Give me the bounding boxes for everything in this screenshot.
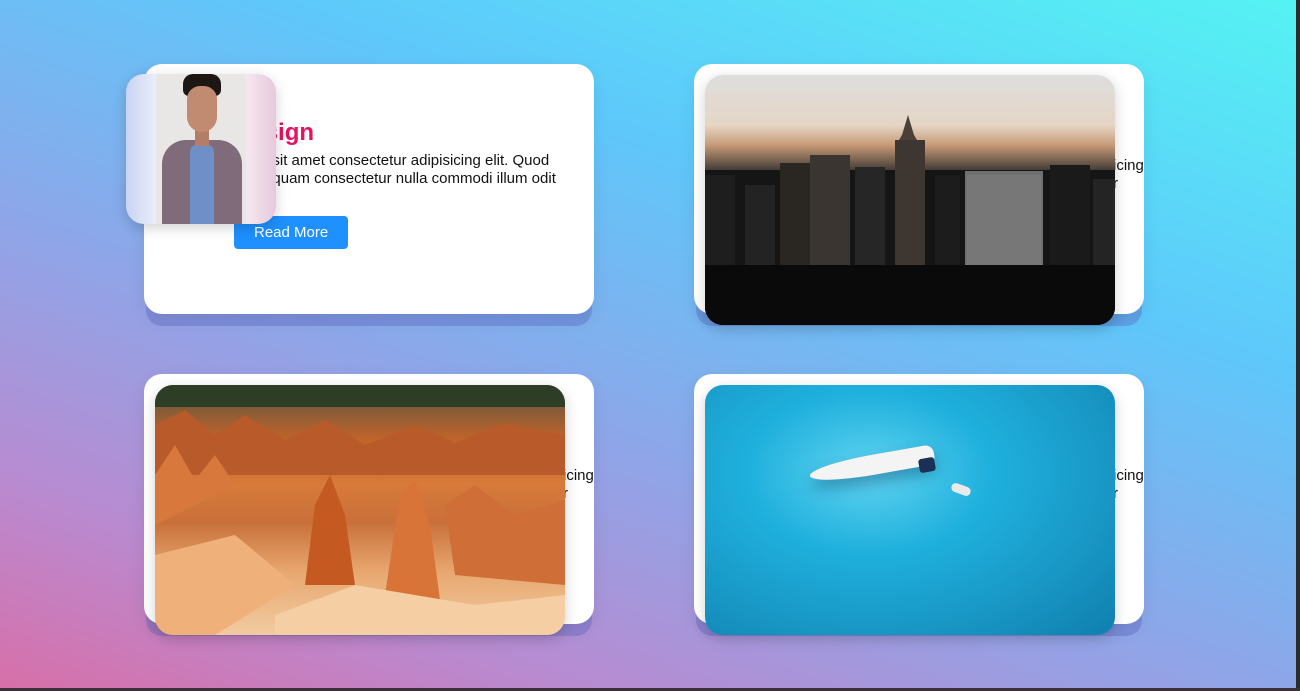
portrait-face <box>187 86 217 132</box>
peek-line: r <box>1113 175 1118 192</box>
peek-line: icing <box>1113 157 1144 174</box>
city-skyline-image <box>705 75 1115 325</box>
portrait-tshirt <box>190 144 214 224</box>
card-text-peek: icing r <box>1113 467 1153 503</box>
sailboat-cabin <box>917 456 937 474</box>
card-content: Design Lorem ipsum dolor sit amet consec… <box>234 120 594 250</box>
card-sea[interactable]: icing r <box>694 374 1144 635</box>
card-city[interactable]: icing r <box>694 64 1144 325</box>
portrait-photo <box>156 74 246 224</box>
portrait-neck <box>195 130 209 146</box>
card-design[interactable]: Design Lorem ipsum dolor sit amet consec… <box>126 64 594 314</box>
person-portrait-image <box>126 74 276 224</box>
dinghy <box>950 481 972 498</box>
canyon-landscape-image <box>155 385 565 635</box>
peek-line: icing <box>563 467 594 484</box>
page-scrollbar[interactable] <box>1296 0 1300 691</box>
canyon-drawing <box>155 385 565 635</box>
peek-line: r <box>563 485 568 502</box>
peek-line: icing <box>1113 467 1144 484</box>
sailboat <box>808 444 936 486</box>
card-text-peek: icing r <box>563 467 603 503</box>
peek-line: r <box>1113 485 1118 502</box>
card-text-peek: icing r <box>1113 157 1153 193</box>
card-canyon[interactable]: icing r <box>144 374 594 635</box>
city-skyline-drawing <box>705 115 1115 325</box>
sailboat-sea-image <box>705 385 1115 635</box>
